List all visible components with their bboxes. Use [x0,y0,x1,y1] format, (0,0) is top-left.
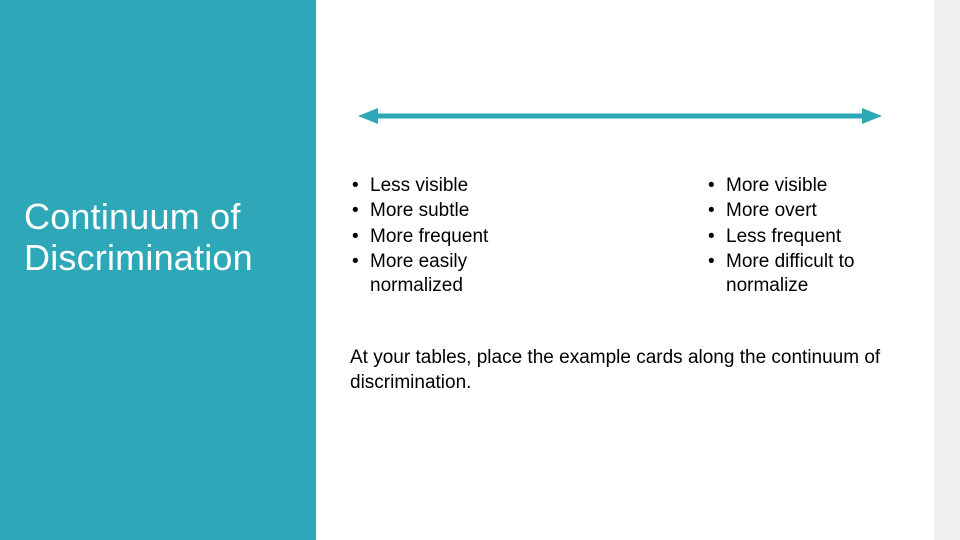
list-item: More easily normalized [346,250,556,299]
list-item: More subtle [346,199,556,223]
slide: Continuum of Discrimination Less visible… [0,0,960,540]
list-item: More frequent [346,225,556,249]
left-characteristics-list: Less visible More subtle More frequent M… [346,174,556,300]
list-item: More difficult to normalize [702,250,912,299]
sidebar-panel: Continuum of Discrimination [0,0,316,540]
right-margin-strip [934,0,960,540]
slide-title: Continuum of Discrimination [24,196,300,279]
instruction-text: At your tables, place the example cards … [350,346,910,395]
list-item: More overt [702,199,912,223]
list-item: Less visible [346,174,556,198]
right-characteristics-list: More visible More overt Less frequent Mo… [702,174,912,300]
double-arrow-icon [358,104,882,128]
list-item: More visible [702,174,912,198]
list-item: Less frequent [702,225,912,249]
